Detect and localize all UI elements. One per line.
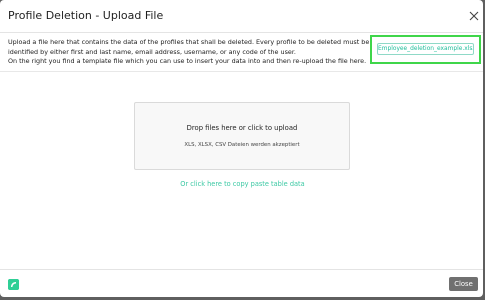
- instructions-text: Upload a file here that contains the dat…: [8, 38, 370, 67]
- instructions-line: Upload a file here that contains the dat…: [8, 38, 370, 46]
- instructions-line: On the right you find a template file wh…: [8, 57, 367, 66]
- copy-paste-table-link[interactable]: Or click here to copy paste table data: [0, 180, 483, 188]
- template-file-link[interactable]: Employee_deletion_example.xlsx: [377, 43, 474, 55]
- template-highlight-box: Employee_deletion_example.xlsx: [370, 35, 481, 64]
- dropzone-title: Drop files here or click to upload: [186, 124, 298, 132]
- instructions-line: identified by either first and last name…: [8, 47, 296, 56]
- brand-logo-icon: [8, 279, 19, 290]
- close-icon[interactable]: [468, 10, 480, 22]
- dropzone-accepted-formats: XLS, XLSX, CSV Dateien werden akzeptiert: [184, 142, 300, 148]
- section-divider: [0, 71, 483, 72]
- upload-dialog: Profile Deletion - Upload File Upload a …: [0, 0, 483, 297]
- dialog-title: Profile Deletion - Upload File: [8, 9, 164, 22]
- dialog-footer: Close: [0, 269, 483, 297]
- file-dropzone[interactable]: Drop files here or click to upload XLS, …: [134, 102, 350, 170]
- dialog-header: Profile Deletion - Upload File: [0, 0, 483, 33]
- close-button[interactable]: Close: [449, 277, 478, 291]
